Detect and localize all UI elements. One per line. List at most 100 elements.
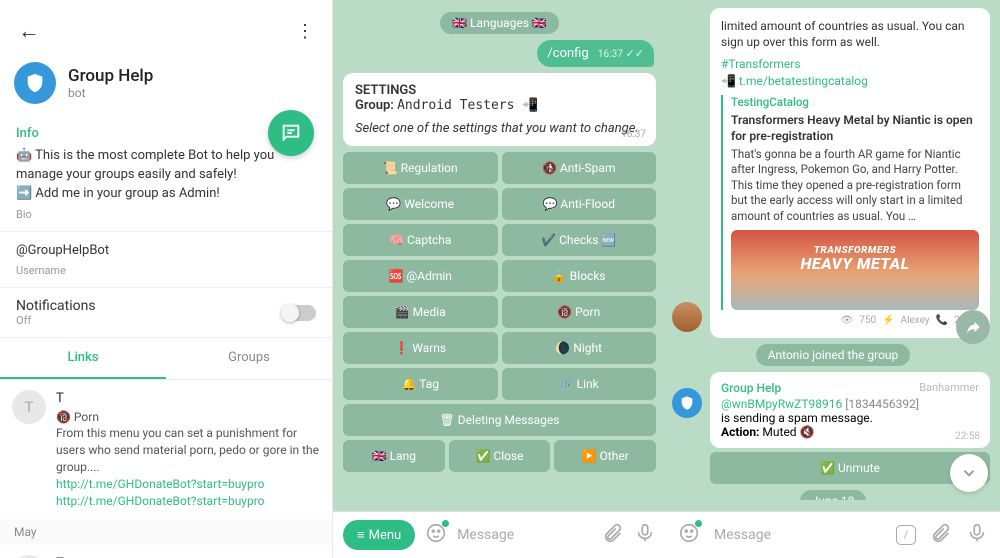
- bio-label: Bio: [16, 208, 316, 221]
- tag-button[interactable]: 🔔 Tag: [343, 368, 498, 400]
- system-message: Antonio joined the group: [756, 344, 911, 366]
- forwarded-message[interactable]: limited amount of countries as usual. Yo…: [710, 8, 990, 338]
- deleting-button[interactable]: 🗑 Deleting Messages: [343, 404, 656, 436]
- share-button[interactable]: [956, 310, 990, 344]
- message-input[interactable]: Message: [457, 527, 592, 543]
- menu-button[interactable]: ≡Menu: [343, 520, 415, 550]
- slash-command-icon[interactable]: /: [896, 525, 916, 545]
- attach-icon[interactable]: [930, 522, 952, 548]
- message-composer: ≡Menu Message: [333, 511, 666, 558]
- group-label: Group:: [355, 98, 394, 113]
- admin-button[interactable]: 🆘 @Admin: [343, 260, 498, 292]
- msg-text-top: limited amount of countries as usual. Yo…: [721, 18, 979, 50]
- tme-link[interactable]: 📲 t.me/betatestingcatalog: [721, 74, 868, 88]
- sender-name[interactable]: Group Help: [721, 381, 781, 395]
- bot-subtitle: bot: [68, 86, 153, 100]
- notifications-title: Notifications: [16, 298, 96, 314]
- item-title: T: [56, 390, 320, 408]
- link-preview[interactable]: TestingCatalog Transformers Heavy Metal …: [721, 95, 979, 310]
- outgoing-message[interactable]: /config 16:37 ✓✓: [345, 40, 654, 67]
- notifications-state: Off: [16, 314, 96, 327]
- username-label: Username: [16, 264, 316, 277]
- link[interactable]: http://t.me/GHDonateBot?start=buypro: [56, 493, 320, 510]
- hashtag[interactable]: #Transformers: [721, 57, 801, 71]
- user-avatar[interactable]: [672, 302, 702, 332]
- bot-avatar[interactable]: [672, 388, 702, 418]
- blocks-button[interactable]: 🔒 Blocks: [502, 260, 657, 292]
- item-tag: 🔞 Porn: [56, 409, 320, 426]
- message-input[interactable]: Message: [714, 527, 882, 543]
- menu-icon: ≡: [357, 527, 365, 543]
- languages-pill[interactable]: 🇬🇧 Languages 🇬🇧: [440, 12, 559, 34]
- tab-groups[interactable]: Groups: [166, 338, 332, 379]
- close-button[interactable]: ✅ Close: [449, 440, 551, 472]
- profile-tabs: Links Groups: [0, 338, 332, 380]
- bot-title: Group Help: [68, 66, 153, 86]
- lang-button[interactable]: 🇬🇧 Lang: [343, 440, 445, 472]
- moderation-message[interactable]: Group Help Banhammer @wnBMpyRwZT98916 [1…: [710, 372, 990, 448]
- settings-button-grid: 📜 Regulation 🚯 Anti-Spam 💬 Welcome 💬 Ant…: [343, 152, 656, 472]
- avatar: T: [12, 390, 46, 424]
- night-button[interactable]: 🌘 Night: [502, 332, 657, 364]
- back-button[interactable]: ←: [12, 12, 46, 50]
- link-button[interactable]: 🔗 Link: [502, 368, 657, 400]
- attach-icon[interactable]: [602, 522, 624, 548]
- profile-header: Group Help bot: [0, 62, 332, 116]
- phone-icon: 📞: [936, 314, 948, 328]
- item-body: From this menu you can set a punishment …: [56, 425, 320, 475]
- link-item[interactable]: T T 🔞 Porn From this menu you can set a …: [0, 380, 332, 519]
- sticker-icon[interactable]: [678, 522, 700, 548]
- notifications-row[interactable]: Notifications Off: [0, 288, 332, 338]
- user-mention[interactable]: @wnBMpyRwZT98916: [721, 397, 842, 411]
- eye-icon: 👁: [841, 314, 854, 328]
- notifications-toggle[interactable]: [282, 305, 316, 321]
- mic-icon[interactable]: [634, 522, 656, 548]
- username-section[interactable]: @GroupHelpBot Username: [0, 232, 332, 289]
- settings-message[interactable]: SETTINGS Group: Android Testers 📲 Select…: [343, 73, 656, 146]
- checks-button[interactable]: ✔️ Checks 🆕: [502, 224, 657, 256]
- group-name: Android Testers 📲: [397, 98, 538, 113]
- porn-button[interactable]: 🔞 Porn: [502, 296, 657, 328]
- tab-links[interactable]: Links: [0, 338, 166, 379]
- via-label: Banhammer: [919, 381, 979, 394]
- other-button[interactable]: ▶️ Other: [554, 440, 656, 472]
- scroll-down-button[interactable]: [950, 454, 988, 492]
- captcha-button[interactable]: 🧠 Captcha: [343, 224, 498, 256]
- message-composer: Message /: [666, 511, 1000, 558]
- antispam-button[interactable]: 🚯 Anti-Spam: [502, 152, 657, 184]
- regulation-button[interactable]: 📜 Regulation: [343, 152, 498, 184]
- preview-source: TestingCatalog: [731, 95, 979, 111]
- preview-image[interactable]: TRANSFORMERSHEAVY METAL: [731, 230, 979, 310]
- date-divider: May: [0, 519, 332, 545]
- bolt-icon: ⚡: [882, 314, 894, 328]
- message-fab[interactable]: [268, 110, 314, 156]
- timestamp: 16:37: [621, 129, 646, 140]
- username: @GroupHelpBot: [16, 242, 316, 261]
- warns-button[interactable]: ❗ Warns: [343, 332, 498, 364]
- link-item[interactable]: T T Hi Alexey! Group Help is the most co…: [0, 545, 332, 558]
- settings-desc: Select one of the settings that you want…: [355, 121, 644, 136]
- date-pill: June 18: [800, 490, 867, 500]
- sticker-icon[interactable]: [425, 522, 447, 548]
- view-count: 750: [859, 314, 876, 328]
- group-chat-panel: limited amount of countries as usual. Yo…: [666, 0, 1000, 558]
- author: Alexey: [901, 314, 930, 328]
- media-button[interactable]: 🎬 Media: [343, 296, 498, 328]
- settings-chat-panel: 🇬🇧 Languages 🇬🇧 /config 16:37 ✓✓ SETTING…: [333, 0, 666, 558]
- link[interactable]: http://t.me/GHDonateBot?start=buypro: [56, 476, 320, 493]
- mic-icon[interactable]: [966, 522, 988, 548]
- info-text: 🤖 This is the most complete Bot to help …: [16, 147, 316, 204]
- unmute-button[interactable]: ✅ Unmute: [710, 452, 990, 484]
- action-line: is sending a spam message.: [721, 411, 979, 425]
- welcome-button[interactable]: 💬 Welcome: [343, 188, 498, 220]
- more-menu[interactable]: ⋮: [290, 15, 320, 48]
- preview-headline: Transformers Heavy Metal by Niantic is o…: [731, 112, 979, 144]
- msg-text: /config: [547, 46, 588, 61]
- timestamp: 16:37: [598, 49, 623, 60]
- action-value: Muted 🔇: [762, 425, 814, 439]
- antiflood-button[interactable]: 💬 Anti-Flood: [502, 188, 657, 220]
- preview-body: That's gonna be a fourth AR game for Nia…: [731, 147, 979, 225]
- user-id: [1834456392]: [845, 397, 919, 411]
- settings-title: SETTINGS: [355, 83, 416, 98]
- action-label: Action:: [721, 425, 759, 439]
